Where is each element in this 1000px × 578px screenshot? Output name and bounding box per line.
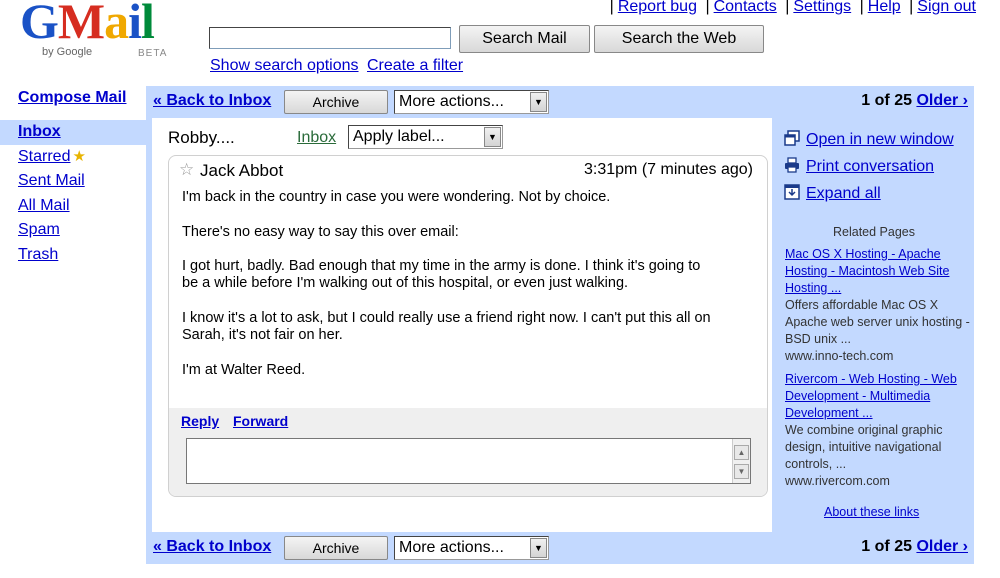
toolbar-top: « Back to Inbox Archive More actions... … bbox=[146, 86, 974, 118]
related-pages-heading: Related Pages bbox=[832, 225, 915, 239]
message-card: ☆ Jack Abbot 3:31pm (7 minutes ago) I'm … bbox=[168, 155, 768, 497]
sidebar-item-label[interactable]: Sent Mail bbox=[18, 172, 85, 189]
forward-link[interactable]: Forward bbox=[233, 413, 288, 429]
reply-area: Reply Forward ▲ ▼ bbox=[169, 408, 767, 496]
reply-link[interactable]: Reply bbox=[181, 413, 219, 429]
sponsored-link: Rivercom - Web Hosting - Web Development… bbox=[785, 371, 971, 490]
expand-all-icon bbox=[784, 184, 800, 200]
sidebar-item-label[interactable]: Inbox bbox=[18, 123, 61, 140]
scrollbar[interactable]: ▲ ▼ bbox=[732, 439, 750, 483]
dropdown-arrow-icon: ▼ bbox=[530, 92, 547, 112]
sidebar-item-label[interactable]: Spam bbox=[18, 221, 60, 238]
conversation-subject: Robby.... bbox=[168, 128, 235, 147]
help-link[interactable]: Help bbox=[868, 0, 901, 15]
gmail-logo[interactable]: GMail by Google BETA bbox=[20, 0, 180, 62]
contacts-link[interactable]: Contacts bbox=[714, 0, 777, 15]
sidebar-item-label[interactable]: Starred bbox=[18, 148, 70, 165]
ad-title-link[interactable]: Mac OS X Hosting - Apache Hosting - Maci… bbox=[785, 247, 949, 295]
message-body: I'm back in the country in case you were… bbox=[182, 189, 742, 397]
settings-link[interactable]: Settings bbox=[793, 0, 851, 15]
compose-mail-link[interactable]: Compose Mail bbox=[18, 89, 126, 107]
ad-description: We combine original graphic design, intu… bbox=[785, 423, 943, 471]
message-sender[interactable]: Jack Abbot bbox=[200, 161, 283, 181]
scroll-down-icon[interactable]: ▼ bbox=[734, 464, 749, 479]
message-paragraph: I know it's a lot to ask, but I could re… bbox=[182, 310, 711, 344]
quick-reply-textarea[interactable]: ▲ ▼ bbox=[186, 438, 751, 484]
dropdown-arrow-icon: ▼ bbox=[484, 127, 501, 147]
expand-all-label: Expand all bbox=[806, 185, 881, 202]
sign-out-link[interactable]: Sign out bbox=[917, 0, 976, 15]
sidebar-item-inbox[interactable]: Inbox bbox=[0, 120, 146, 145]
sponsored-link: Mac OS X Hosting - Apache Hosting - Maci… bbox=[785, 246, 971, 365]
older-link[interactable]: Older › bbox=[916, 92, 968, 109]
sidebar-item-label[interactable]: All Mail bbox=[18, 197, 70, 214]
logo-by-google: by Google bbox=[42, 46, 93, 58]
inbox-label-tag[interactable]: Inbox bbox=[297, 129, 336, 147]
print-conversation-link[interactable]: Print conversation bbox=[784, 157, 934, 176]
sidebar-item-trash[interactable]: Trash bbox=[0, 243, 146, 268]
star-outline-icon[interactable]: ☆ bbox=[179, 160, 194, 180]
top-links: | Report bug | Contacts | Settings | Help | S… bbox=[609, 0, 976, 15]
sidebar-item-sent-mail[interactable]: Sent Mail bbox=[0, 169, 146, 194]
apply-label-value: Apply label... bbox=[353, 128, 445, 145]
more-actions-value: More actions... bbox=[399, 539, 504, 556]
ad-description: Offers affordable Mac OS X Apache web se… bbox=[785, 298, 970, 346]
more-actions-select[interactable]: More actions... ▼ bbox=[394, 90, 549, 114]
dropdown-arrow-icon: ▼ bbox=[530, 538, 547, 558]
message-paragraph: There's no easy way to say this over ema… bbox=[182, 223, 459, 240]
sidebar-item-spam[interactable]: Spam bbox=[0, 218, 146, 243]
paging-count: 1 of 25 bbox=[861, 92, 912, 109]
message-paragraph: I got hurt, badly. Bad enough that my ti… bbox=[182, 258, 701, 292]
printer-icon bbox=[785, 157, 799, 173]
search-mail-button[interactable]: Search Mail bbox=[459, 25, 590, 53]
new-window-icon bbox=[784, 130, 800, 146]
message-paragraph: I'm at Walter Reed. bbox=[182, 361, 306, 378]
ad-title-link[interactable]: Rivercom - Web Hosting - Web Development… bbox=[785, 372, 957, 420]
more-actions-select[interactable]: More actions... ▼ bbox=[394, 536, 549, 560]
report-bug-link[interactable]: Report bug bbox=[618, 0, 697, 15]
paging-count: 1 of 25 bbox=[861, 538, 912, 555]
expand-all-link[interactable]: Expand all bbox=[784, 184, 881, 203]
paging: 1 of 25 Older › bbox=[861, 538, 968, 556]
logo-beta: BETA bbox=[138, 48, 168, 59]
sidebar-item-all-mail[interactable]: All Mail bbox=[0, 194, 146, 219]
scroll-up-icon[interactable]: ▲ bbox=[734, 445, 749, 460]
older-link[interactable]: Older › bbox=[916, 538, 968, 555]
more-actions-value: More actions... bbox=[399, 93, 504, 110]
ad-url: www.rivercom.com bbox=[785, 474, 890, 488]
open-new-window-label: Open in new window bbox=[806, 131, 954, 148]
message-time: 3:31pm (7 minutes ago) bbox=[584, 161, 753, 178]
create-filter-link[interactable]: Create a filter bbox=[367, 57, 463, 75]
sidebar-item-label[interactable]: Trash bbox=[18, 246, 58, 263]
print-conversation-label: Print conversation bbox=[806, 158, 935, 175]
logo-wordmark: GMail bbox=[20, 0, 155, 49]
back-to-inbox-link[interactable]: « Back to Inbox bbox=[153, 92, 271, 110]
about-these-links[interactable]: About these links bbox=[824, 505, 919, 519]
archive-button[interactable]: Archive bbox=[284, 90, 388, 114]
sidebar-item-starred[interactable]: Starred ★ bbox=[0, 145, 146, 170]
paging: 1 of 25 Older › bbox=[861, 92, 968, 110]
show-search-options-link[interactable]: Show search options bbox=[210, 57, 359, 75]
sidebar-nav: Inbox Starred ★ Sent Mail All Mail Spam T… bbox=[0, 120, 146, 267]
toolbar-bottom: « Back to Inbox Archive More actions... … bbox=[146, 532, 974, 564]
apply-label-select[interactable]: Apply label... ▼ bbox=[348, 125, 503, 149]
search-input[interactable] bbox=[209, 27, 451, 49]
ad-url: www.inno-tech.com bbox=[785, 349, 894, 363]
archive-button[interactable]: Archive bbox=[284, 536, 388, 560]
message-paragraph: I'm back in the country in case you were… bbox=[182, 189, 611, 205]
back-to-inbox-link[interactable]: « Back to Inbox bbox=[153, 538, 271, 556]
search-web-button[interactable]: Search the Web bbox=[594, 25, 764, 53]
open-new-window-link[interactable]: Open in new window bbox=[784, 130, 954, 149]
star-icon: ★ bbox=[72, 147, 86, 165]
